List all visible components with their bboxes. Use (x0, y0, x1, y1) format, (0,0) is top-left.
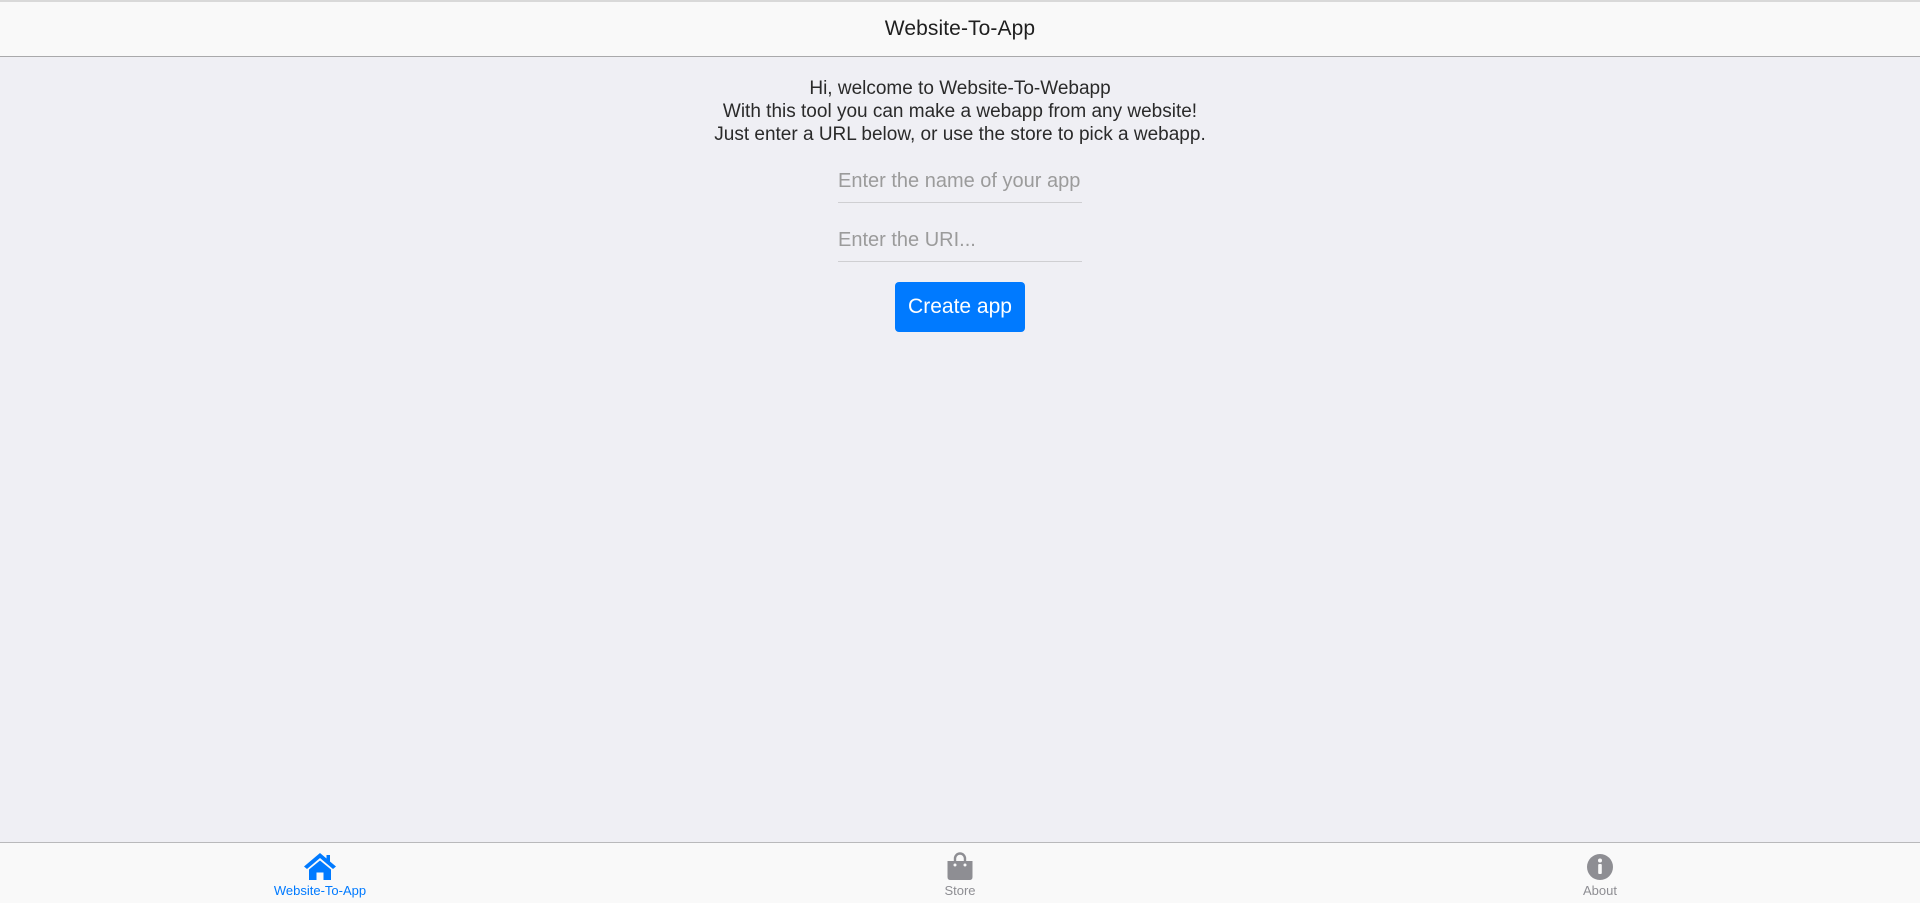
welcome-line-3: Just enter a URL below, or use the store… (714, 124, 1206, 145)
page-title: Website-To-App (884, 17, 1036, 40)
uri-field (838, 219, 1082, 262)
tab-about[interactable]: About (1280, 843, 1920, 903)
app-name-input[interactable] (838, 160, 1082, 202)
tab-label: About (1583, 883, 1617, 898)
home-icon (301, 851, 339, 881)
welcome-message: Hi, welcome to Website-To-Webapp With th… (0, 77, 1920, 146)
tab-website-to-app[interactable]: Website-To-App (0, 843, 640, 903)
create-app-button[interactable]: Create app (895, 282, 1025, 332)
welcome-line-1: Hi, welcome to Website-To-Webapp (809, 78, 1111, 99)
uri-input[interactable] (838, 219, 1082, 261)
tab-label: Website-To-App (273, 883, 367, 898)
shopping-bag-icon (941, 851, 979, 881)
info-icon (1581, 851, 1619, 881)
welcome-line-2: With this tool you can make a webapp fro… (722, 101, 1198, 122)
top-toolbar: Website-To-App (0, 0, 1920, 57)
bottom-tab-bar: Website-To-App Store About (0, 842, 1920, 903)
tab-label: Store (944, 883, 976, 898)
main-content: Hi, welcome to Website-To-Webapp With th… (0, 57, 1920, 842)
app-name-field (838, 160, 1082, 203)
tab-store[interactable]: Store (640, 843, 1280, 903)
